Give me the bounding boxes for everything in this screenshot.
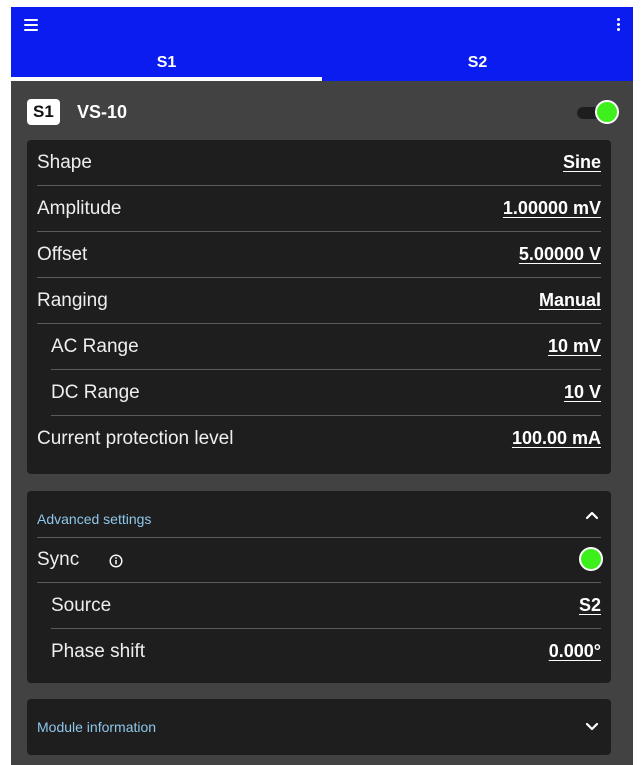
amplitude-label: Amplitude [37, 198, 122, 219]
ac-range-value[interactable]: 10 mV [548, 324, 601, 369]
phase-shift-row[interactable]: Phase shift 0.000° [51, 629, 601, 674]
phase-shift-value[interactable]: 0.000° [549, 629, 601, 674]
ranging-row[interactable]: Ranging Manual [37, 278, 601, 324]
current-protection-label: Current protection level [37, 428, 234, 449]
top-app-bar: S1 S2 [11, 7, 633, 81]
offset-row[interactable]: Offset 5.00000 V [37, 232, 601, 278]
sync-row: Sync [37, 538, 603, 583]
offset-label: Offset [37, 244, 88, 265]
shape-value[interactable]: Sine [563, 140, 601, 185]
tab-s1-label: S1 [156, 54, 177, 71]
tab-s1[interactable]: S1 [11, 51, 322, 81]
current-protection-value[interactable]: 100.00 mA [512, 416, 601, 461]
info-icon[interactable] [109, 554, 123, 568]
module-enable-toggle[interactable] [577, 100, 619, 126]
shape-label: Shape [37, 152, 92, 173]
ranging-value[interactable]: Manual [539, 278, 601, 323]
source-row[interactable]: Source S2 [51, 583, 601, 629]
app-window: S1 S2 S1 VS-10 Shape Sine Amplitude 1.00… [11, 7, 633, 765]
hamburger-menu-icon[interactable] [24, 19, 38, 33]
amplitude-value[interactable]: 1.00000 mV [503, 186, 601, 231]
source-value[interactable]: S2 [579, 583, 601, 628]
amplitude-row[interactable]: Amplitude 1.00000 mV [37, 186, 601, 232]
more-vertical-icon[interactable] [615, 18, 621, 34]
source-settings-card: Shape Sine Amplitude 1.00000 mV Offset 5… [27, 140, 611, 474]
advanced-settings-card: Advanced settings Sync Source S2 Phase s… [27, 491, 611, 683]
module-badge: S1 [27, 99, 60, 125]
current-protection-row[interactable]: Current protection level 100.00 mA [37, 416, 601, 461]
phase-shift-label: Phase shift [51, 641, 145, 662]
module-name: VS-10 [77, 102, 128, 122]
dc-range-value[interactable]: 10 V [564, 370, 601, 415]
dc-range-label: DC Range [51, 382, 140, 403]
ac-range-row[interactable]: AC Range 10 mV [51, 324, 601, 370]
sync-label: Sync [37, 549, 80, 570]
advanced-settings-header[interactable]: Advanced settings [37, 491, 601, 538]
module-information-header[interactable]: Module information [37, 699, 601, 755]
toggle-thumb [595, 100, 619, 124]
chevron-down-icon[interactable] [585, 720, 599, 734]
offset-value[interactable]: 5.00000 V [519, 232, 601, 277]
sync-toggle[interactable] [561, 547, 603, 573]
active-tab-indicator [11, 77, 322, 81]
source-label: Source [51, 595, 112, 616]
ranging-label: Ranging [37, 290, 108, 311]
module-information-card[interactable]: Module information [27, 699, 611, 755]
chevron-up-icon[interactable] [585, 508, 599, 522]
ac-range-label: AC Range [51, 336, 139, 357]
tab-s2[interactable]: S2 [322, 51, 633, 81]
tab-s2-label: S2 [467, 54, 488, 71]
toggle-thumb [579, 547, 603, 571]
dc-range-row[interactable]: DC Range 10 V [51, 370, 601, 416]
module-information-title: Module information [37, 719, 157, 735]
module-header: S1 VS-10 [27, 97, 619, 126]
shape-row[interactable]: Shape Sine [37, 140, 601, 186]
